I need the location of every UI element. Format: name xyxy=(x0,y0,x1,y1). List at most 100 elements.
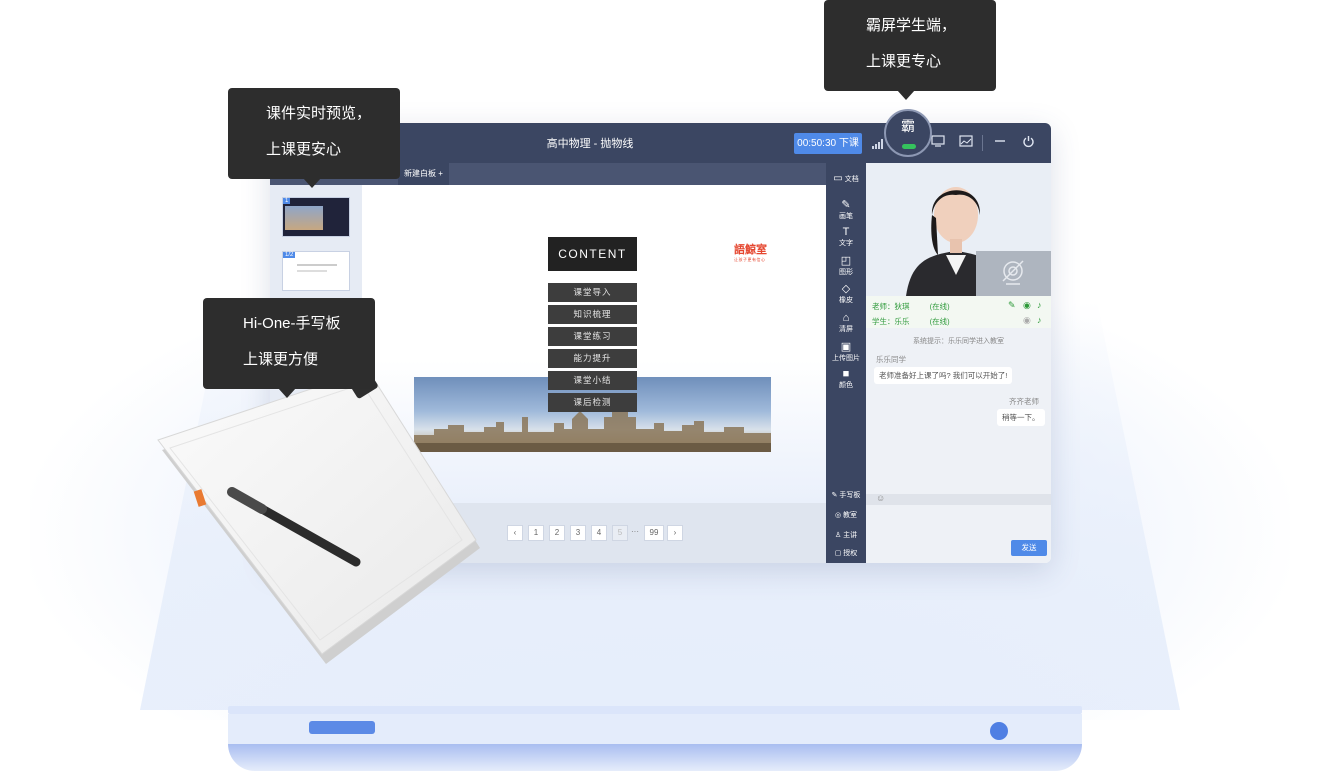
chat-input-toolbar: ☺ xyxy=(866,493,1051,505)
tool-label: 手写板 xyxy=(839,492,861,499)
laptop-trackpad-slot xyxy=(309,721,375,734)
tool-pen[interactable]: ✎ 画笔 xyxy=(826,199,866,221)
tool-label: 文字 xyxy=(839,240,853,247)
brand-logo: 語鯨室 让孩子更有信心 xyxy=(734,241,767,263)
chevron-right-icon[interactable]: › xyxy=(667,525,683,541)
thumbnail-line xyxy=(297,264,337,266)
chat-sender: 乐乐同学 xyxy=(876,355,906,364)
chat-bubble: 稍等一下。 xyxy=(997,409,1045,426)
thumbnail-line xyxy=(297,270,327,272)
tooltip-courseware-preview: 课件实时预览， 上课更安心 xyxy=(228,88,400,188)
tool-label: 教室 xyxy=(843,512,858,519)
tool-speaker[interactable]: ♙ 主讲 xyxy=(826,530,866,540)
tool-classroom[interactable]: ◎ 教室 xyxy=(826,510,866,520)
thumbnail-number: 1/2 xyxy=(283,252,296,258)
power-icon[interactable] xyxy=(1020,135,1036,151)
camera-off-icon xyxy=(1002,260,1024,285)
participant-name: 乐乐 xyxy=(894,317,910,326)
tool-color[interactable]: ■ 颜色 xyxy=(826,368,866,390)
tool-authorize[interactable]: ▢ 授权 xyxy=(826,548,866,558)
slide-thumbnail[interactable]: 1/2 xyxy=(282,251,350,291)
tooltip-line: 上课更专心 xyxy=(866,53,942,70)
classroom-icon: ◎ xyxy=(834,512,842,519)
system-message: 系统提示：乐乐同学进入教室 xyxy=(913,338,1004,345)
slide-menu-item: 知识梳理 xyxy=(548,305,637,324)
page-button[interactable]: 2 xyxy=(549,525,565,541)
tool-text[interactable]: T 文字 xyxy=(826,226,866,248)
clear-icon: ⌂ xyxy=(842,312,850,324)
logo-subtitle: 让孩子更有信心 xyxy=(734,257,766,262)
tool-label: 颜色 xyxy=(839,382,853,389)
whiteboard-canvas[interactable]: CONTENT 語鯨室 让孩子更有信心 课堂导入 知识梳理 课堂练习 能力提升 … xyxy=(362,185,826,503)
slide-menu-item: 能力提升 xyxy=(548,349,637,368)
plus-icon: + xyxy=(438,169,443,178)
tool-label: 清屏 xyxy=(839,326,853,333)
tooltip-line: 课件实时预览， xyxy=(266,105,372,122)
tablet-icon: ✎ xyxy=(831,492,838,499)
slide-menu-item: 课堂小结 xyxy=(548,371,637,390)
page-button[interactable]: 1 xyxy=(528,525,544,541)
slide-heading: CONTENT xyxy=(548,237,637,271)
tool-document[interactable]: ▭ 文档 xyxy=(826,173,866,184)
participant-status-text: (在线) xyxy=(929,317,950,326)
shape-icon: ◰ xyxy=(840,255,852,267)
ba-screen-toggle[interactable]: 霸 xyxy=(884,109,932,157)
camera-icon[interactable]: ◉ xyxy=(1023,300,1031,311)
eraser-icon: ◇ xyxy=(841,283,851,295)
page-button[interactable]: 3 xyxy=(570,525,586,541)
image-icon: ▣ xyxy=(840,341,852,353)
chevron-left-icon[interactable]: ‹ xyxy=(507,525,523,541)
color-icon: ■ xyxy=(842,368,850,380)
chat-sender: 齐齐老师 xyxy=(1009,397,1039,406)
tool-eraser[interactable]: ◇ 橡皮 xyxy=(826,283,866,305)
tool-tablet[interactable]: ✎ 手写板 xyxy=(826,490,866,500)
classroom-window: 高中物理 - 抛物线 00:50:30 下课 白板1 新建白板 + xyxy=(270,123,1051,563)
camera-off-icon[interactable]: ◉ xyxy=(1023,315,1031,326)
tooltip-tablet: Hi-One-手写板 上课更方便 xyxy=(203,298,375,398)
tab-new-whiteboard[interactable]: 新建白板 + xyxy=(398,163,449,185)
speaker-icon: ♙ xyxy=(834,532,842,539)
participant-status-text: (在线) xyxy=(929,302,950,311)
tool-upload-image[interactable]: ▣ 上传图片 xyxy=(826,341,866,363)
slide-thumbnail[interactable]: 1 xyxy=(282,197,350,237)
thumbnail-image xyxy=(285,206,323,230)
tooltip-line: 上课更方便 xyxy=(243,351,319,368)
picture-icon[interactable] xyxy=(958,135,974,151)
participant-status: 老师：狄琪 (在线) 学生：乐乐 (在线) ✎ ◉ ♪ ◉ ♪ xyxy=(866,296,1051,328)
titlebar-divider xyxy=(982,135,983,151)
mic-icon[interactable]: ♪ xyxy=(1037,315,1042,325)
timer-end-class-button[interactable]: 00:50:30 下课 xyxy=(794,133,862,154)
pen-icon: ✎ xyxy=(841,199,851,211)
tool-sidebar: ▭ 文档 ✎ 画笔 T 文字 ◰ 图形 ◇ 橡皮 ⌂ 清屏 ▣ 上传图片 ■ 颜 xyxy=(826,163,866,563)
tool-shape[interactable]: ◰ 图形 xyxy=(826,255,866,277)
emoji-icon[interactable]: ☺ xyxy=(876,493,885,503)
page-button-current[interactable]: 5 xyxy=(612,525,628,541)
participant-role: 学生： xyxy=(872,317,895,326)
page-button[interactable]: 4 xyxy=(591,525,607,541)
student-camera-off xyxy=(976,251,1051,296)
teacher-video xyxy=(866,163,1051,296)
slide-menu-item: 课后检测 xyxy=(548,393,637,412)
participant-row-teacher: 老师：狄琪 (在线) xyxy=(872,301,950,312)
send-button[interactable]: 发送 xyxy=(1011,540,1047,556)
participant-role: 老师： xyxy=(872,302,895,311)
screen-share-icon[interactable] xyxy=(930,135,946,151)
ba-badge-text: 霸 xyxy=(901,118,915,134)
timer-value: 00:50:30 xyxy=(797,138,837,149)
tool-label: 主讲 xyxy=(843,532,858,539)
participant-row-student: 学生：乐乐 (在线) xyxy=(872,316,950,327)
page-button-last[interactable]: 99 xyxy=(644,525,664,541)
edit-icon[interactable]: ✎ xyxy=(1008,300,1016,311)
pagination-bar: ‹ 1 2 3 4 5 ··· 99 › xyxy=(362,503,826,563)
laptop-indicator-dot xyxy=(990,722,1008,740)
minimize-icon[interactable] xyxy=(992,135,1008,151)
tooltip-ba-screen: 霸屏学生端， 上课更专心 xyxy=(824,0,996,100)
thumbnail-number: 1 xyxy=(283,198,291,204)
end-class-label: 下课 xyxy=(838,138,859,149)
authorize-icon: ▢ xyxy=(834,550,842,557)
mic-icon[interactable]: ♪ xyxy=(1037,300,1042,310)
logo-text: 語鯨室 xyxy=(734,244,767,256)
chat-panel: 系统提示：乐乐同学进入教室 乐乐同学 老师准备好上课了吗? 我们可以开始了! 齐… xyxy=(866,328,1051,494)
tool-clear[interactable]: ⌂ 清屏 xyxy=(826,312,866,334)
tool-label: 授权 xyxy=(843,550,858,557)
